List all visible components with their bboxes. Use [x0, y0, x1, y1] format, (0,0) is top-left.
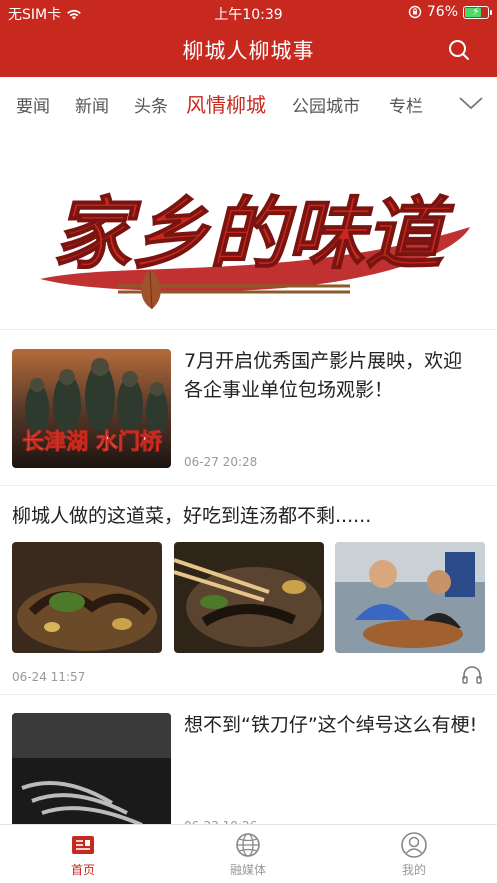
banner[interactable]: 家乡的味道 [0, 131, 497, 328]
article-date: 06-24 11:57 [12, 670, 86, 684]
bottom-tab-label: 首页 [70, 863, 95, 877]
article-date: 06-27 20:28 [184, 455, 258, 469]
tab-gongyuan-chengshi[interactable]: 公园城市 [292, 92, 360, 117]
page-title: 柳城人柳城事 [182, 39, 315, 63]
article-image-1 [12, 542, 162, 653]
list-item[interactable]: 长津湖 水门桥 7月开启优秀国产影片展映，欢迎各企事业单位包场观影！ 06-27… [0, 330, 497, 485]
top-bar: 无SIM卡 上午10:39 76% ⚡ 柳城人柳城事 [0, 0, 497, 77]
orientation-lock-icon [408, 5, 422, 19]
bottom-tab-profile[interactable]: 我的 [374, 831, 454, 878]
divider [0, 485, 497, 486]
article-image-2 [174, 542, 324, 653]
headphones-icon[interactable] [461, 666, 483, 684]
tab-toutiao[interactable]: 头条 [134, 92, 168, 117]
banner-calligraphy: 家乡的味道 [53, 189, 455, 280]
article-title[interactable]: 7月开启优秀国产影片展映，欢迎各企事业单位包场观影！ [184, 347, 480, 405]
bottom-tab-label: 融媒体 [229, 863, 266, 877]
tab-yaowen[interactable]: 要闻 [16, 92, 50, 117]
divider [0, 694, 497, 695]
article-title[interactable]: 柳城人做的这道菜，好吃到连汤都不剩...... [12, 502, 487, 531]
list-item[interactable]: 想不到“铁刀仔”这个绰号这么有梗! 06-23 19:26 [0, 697, 497, 827]
article-thumbnail [12, 713, 171, 827]
list-item[interactable]: 柳城人做的这道菜，好吃到连汤都不剩...... 06-24 11:57 [0, 488, 497, 693]
status-right: 76% ⚡ [408, 4, 492, 20]
status-bar: 无SIM卡 上午10:39 76% ⚡ [0, 0, 497, 26]
globe-icon [236, 833, 260, 857]
tab-fengqing-liucheng[interactable]: 风情柳城 [186, 89, 266, 118]
bottom-tab-bar: 首页 融媒体 我的 [0, 824, 497, 883]
thumbnail-caption: 长津湖 水门桥 [22, 429, 162, 455]
tab-xinwen[interactable]: 新闻 [75, 92, 109, 117]
article-thumbnail: 长津湖 水门桥 [12, 349, 171, 468]
article-title[interactable]: 想不到“铁刀仔”这个绰号这么有梗! [184, 711, 480, 740]
chevron-down-icon[interactable] [457, 91, 485, 115]
battery-percent: 76% [426, 4, 458, 20]
article-image-3 [335, 542, 485, 653]
search-icon[interactable] [447, 38, 471, 62]
bottom-tab-label: 我的 [401, 863, 426, 877]
tabs-fade [417, 77, 457, 131]
battery-icon: ⚡ [463, 5, 492, 19]
user-icon [401, 832, 427, 858]
bottom-tab-media[interactable]: 融媒体 [208, 831, 288, 878]
banner-artwork: 家乡的味道 [40, 188, 470, 310]
category-tabs: 要闻 新闻 头条 风情柳城 公园城市 专栏 [0, 77, 497, 131]
bottom-tab-home[interactable]: 首页 [43, 831, 123, 878]
home-icon [72, 836, 94, 854]
